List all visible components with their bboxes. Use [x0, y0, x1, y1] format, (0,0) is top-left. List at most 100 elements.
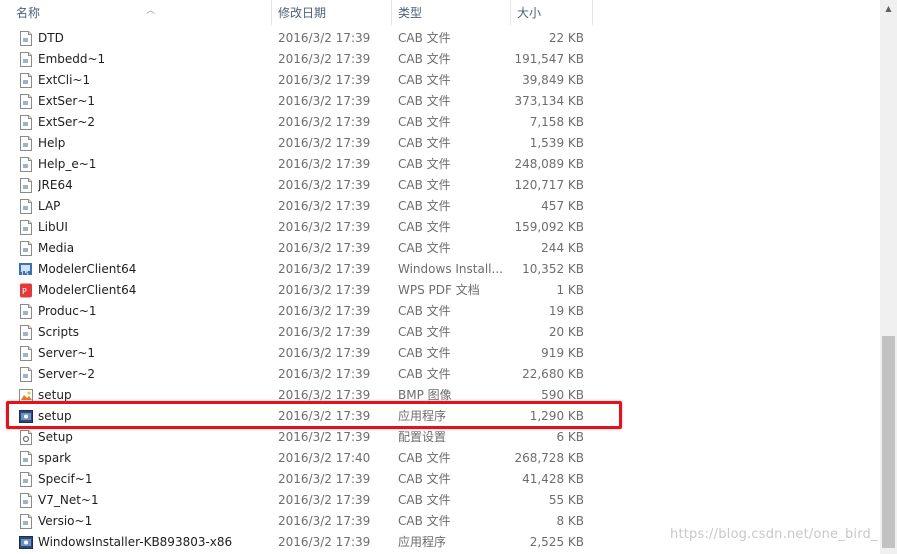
- file-row[interactable]: Setup 2016/3/2 17:39 配置设置 6 KB: [0, 427, 880, 448]
- file-row[interactable]: Scripts 2016/3/2 17:39 CAB 文件 20 KB: [0, 322, 880, 343]
- file-size: 120,717 KB: [514, 178, 584, 192]
- file-type: CAB 文件: [398, 94, 451, 108]
- file-name: ExtSer~1: [38, 94, 96, 108]
- file-date: 2016/3/2 17:39: [278, 157, 371, 171]
- file-type: CAB 文件: [398, 199, 451, 213]
- pdf-icon: P: [19, 283, 33, 298]
- file-type: CAB 文件: [398, 220, 451, 234]
- file-row[interactable]: Help 2016/3/2 17:39 CAB 文件 1,539 KB: [0, 133, 880, 154]
- msi-icon: 15: [19, 262, 33, 277]
- file-row[interactable]: JRE64 2016/3/2 17:39 CAB 文件 120,717 KB: [0, 175, 880, 196]
- file-type: CAB 文件: [398, 157, 451, 171]
- column-size-label: 大小: [517, 6, 542, 20]
- file-name: V7_Net~1: [38, 493, 99, 507]
- file-date: 2016/3/2 17:39: [278, 430, 371, 444]
- file-type: CAB 文件: [398, 73, 451, 87]
- file-row[interactable]: Specif~1 2016/3/2 17:39 CAB 文件 41,428 KB: [0, 469, 880, 490]
- file-row[interactable]: Server~2 2016/3/2 17:39 CAB 文件 22,680 KB: [0, 364, 880, 385]
- file-type: CAB 文件: [398, 115, 451, 129]
- file-type: CAB 文件: [398, 31, 451, 45]
- file-name: Produc~1: [38, 304, 97, 318]
- file-row[interactable]: ExtSer~1 2016/3/2 17:39 CAB 文件 373,134 KB: [0, 91, 880, 112]
- file-icon: [19, 304, 33, 319]
- file-date: 2016/3/2 17:39: [278, 304, 371, 318]
- file-name: LibUI: [38, 220, 68, 234]
- file-date: 2016/3/2 17:39: [278, 514, 371, 528]
- svg-text:P: P: [22, 287, 27, 296]
- file-date: 2016/3/2 17:39: [278, 52, 371, 66]
- file-icon: [19, 52, 33, 67]
- file-date: 2016/3/2 17:39: [278, 367, 371, 381]
- file-row[interactable]: DTD 2016/3/2 17:39 CAB 文件 22 KB: [0, 28, 880, 49]
- file-name: ModelerClient64: [38, 262, 137, 276]
- file-row[interactable]: V7_Net~1 2016/3/2 17:39 CAB 文件 55 KB: [0, 490, 880, 511]
- file-row[interactable]: LAP 2016/3/2 17:39 CAB 文件 457 KB: [0, 196, 880, 217]
- file-row[interactable]: spark 2016/3/2 17:40 CAB 文件 268,728 KB: [0, 448, 880, 469]
- file-size: 1 KB: [556, 283, 584, 297]
- file-row[interactable]: LibUI 2016/3/2 17:39 CAB 文件 159,092 KB: [0, 217, 880, 238]
- file-type: CAB 文件: [398, 514, 451, 528]
- column-name-label: 名称: [16, 6, 41, 20]
- scroll-thumb[interactable]: [882, 336, 895, 548]
- file-type: CAB 文件: [398, 304, 451, 318]
- file-icon: [19, 220, 33, 235]
- file-size: 39,849 KB: [522, 73, 584, 87]
- file-list: DTD 2016/3/2 17:39 CAB 文件 22 KB Embedd~1 2016…: [0, 28, 880, 553]
- file-name: Specif~1: [38, 472, 93, 486]
- file-date: 2016/3/2 17:39: [278, 178, 371, 192]
- file-size: 373,134 KB: [514, 94, 584, 108]
- file-row[interactable]: Help_e~1 2016/3/2 17:39 CAB 文件 248,089 KB: [0, 154, 880, 175]
- column-header-name[interactable]: 名称 ︿: [10, 0, 272, 25]
- svg-text:15: 15: [20, 270, 29, 277]
- file-type: CAB 文件: [398, 52, 451, 66]
- file-type: WPS PDF 文档: [398, 283, 480, 297]
- file-type: CAB 文件: [398, 451, 451, 465]
- file-name: Setup: [38, 430, 73, 444]
- file-name: WindowsInstaller-KB893803-x86: [38, 535, 233, 549]
- file-name: Scripts: [38, 325, 80, 339]
- file-name: spark: [38, 451, 72, 465]
- file-date: 2016/3/2 17:39: [278, 199, 371, 213]
- file-icon: [19, 136, 33, 151]
- file-name: Media: [38, 241, 75, 255]
- file-row[interactable]: P ModelerClient64 2016/3/2 17:39 WPS PDF 文档…: [0, 280, 880, 301]
- file-name: JRE64: [38, 178, 73, 192]
- file-name: Versio~1: [38, 514, 93, 528]
- file-date: 2016/3/2 17:39: [278, 73, 371, 87]
- column-header-date[interactable]: 修改日期: [272, 0, 392, 25]
- file-date: 2016/3/2 17:39: [278, 283, 371, 297]
- file-row[interactable]: ExtSer~2 2016/3/2 17:39 CAB 文件 7,158 KB: [0, 112, 880, 133]
- file-row[interactable]: Produc~1 2016/3/2 17:39 CAB 文件 19 KB: [0, 301, 880, 322]
- file-size: 1,539 KB: [529, 136, 584, 150]
- file-size: 268,728 KB: [514, 451, 584, 465]
- file-type: CAB 文件: [398, 493, 451, 507]
- file-row[interactable]: Media 2016/3/2 17:39 CAB 文件 244 KB: [0, 238, 880, 259]
- file-size: 2,525 KB: [529, 535, 584, 549]
- file-name: DTD: [38, 31, 64, 45]
- file-size: 7,158 KB: [529, 115, 584, 129]
- vertical-scrollbar[interactable]: ▲: [880, 0, 897, 554]
- file-name: Server~1: [38, 346, 96, 360]
- file-size: 10,352 KB: [522, 262, 584, 276]
- watermark: https://blog.csdn.net/one_bird_: [670, 527, 878, 542]
- file-row[interactable]: Server~1 2016/3/2 17:39 CAB 文件 919 KB: [0, 343, 880, 364]
- file-date: 2016/3/2 17:40: [278, 451, 371, 465]
- file-type: CAB 文件: [398, 325, 451, 339]
- file-date: 2016/3/2 17:39: [278, 325, 371, 339]
- file-icon: [19, 472, 33, 487]
- file-row[interactable]: 15 ModelerClient64 2016/3/2 17:39 Windows I…: [0, 259, 880, 280]
- file-icon: [19, 94, 33, 109]
- file-type: 配置设置: [398, 430, 447, 444]
- file-size: 6 KB: [556, 430, 584, 444]
- scroll-up-arrow-icon[interactable]: ▲: [880, 0, 897, 17]
- file-type: CAB 文件: [398, 241, 451, 255]
- column-header-size[interactable]: 大小: [511, 0, 593, 25]
- file-date: 2016/3/2 17:39: [278, 346, 371, 360]
- file-name: Embedd~1: [38, 52, 106, 66]
- file-row[interactable]: Embedd~1 2016/3/2 17:39 CAB 文件 191,547 KB: [0, 49, 880, 70]
- column-header-type[interactable]: 类型: [392, 0, 511, 25]
- file-date: 2016/3/2 17:39: [278, 535, 371, 549]
- file-size: 22,680 KB: [522, 367, 584, 381]
- file-row[interactable]: ExtCli~1 2016/3/2 17:39 CAB 文件 39,849 KB: [0, 70, 880, 91]
- file-icon: [19, 493, 33, 508]
